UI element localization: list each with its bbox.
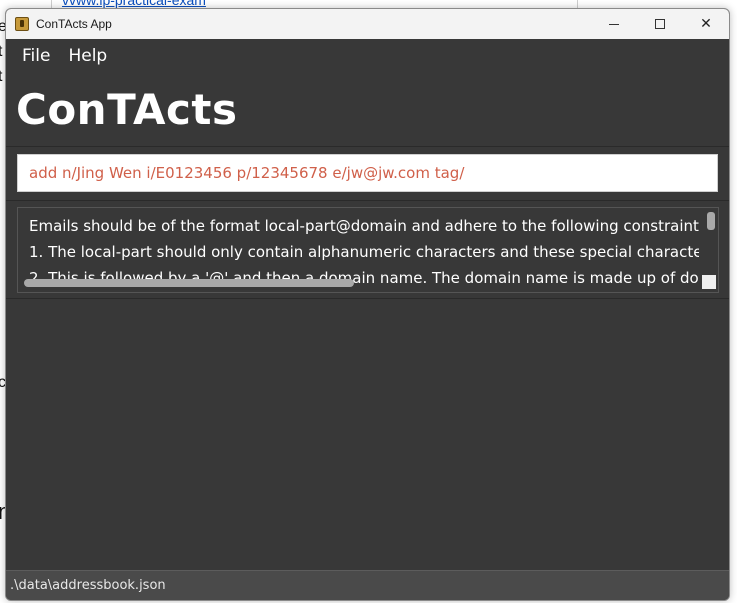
background-link[interactable]: vvww.ip-practical-exam bbox=[62, 0, 206, 8]
command-box[interactable] bbox=[17, 154, 718, 192]
title-bar[interactable]: ConTActs App ✕ bbox=[6, 9, 729, 39]
result-line: 1. The local-part should only contain al… bbox=[29, 243, 699, 261]
divider bbox=[6, 146, 729, 147]
result-display[interactable]: Emails should be of the format local-par… bbox=[17, 207, 719, 293]
scrollbar-corner bbox=[702, 275, 716, 289]
close-icon: ✕ bbox=[700, 16, 712, 32]
app-title: ConTActs bbox=[16, 85, 238, 134]
minimize-icon bbox=[609, 23, 619, 25]
horizontal-scrollbar[interactable] bbox=[24, 279, 354, 287]
result-text: Emails should be of the format local-par… bbox=[29, 213, 699, 288]
maximize-icon bbox=[655, 19, 665, 29]
app-window: ConTActs App ✕ File Help ConTActs Emails… bbox=[5, 8, 730, 601]
background-text-fragment: t bbox=[0, 43, 3, 60]
contact-list-panel[interactable] bbox=[6, 299, 729, 571]
menu-bar: File Help bbox=[6, 39, 729, 73]
menu-file[interactable]: File bbox=[22, 46, 50, 66]
status-bar: .\data\addressbook.json bbox=[6, 570, 729, 600]
menu-help[interactable]: Help bbox=[68, 46, 107, 66]
file-path-label: .\data\addressbook.json bbox=[10, 578, 166, 593]
result-line: Emails should be of the format local-par… bbox=[29, 217, 699, 235]
command-input[interactable] bbox=[29, 164, 717, 182]
close-button[interactable]: ✕ bbox=[683, 9, 729, 39]
window-controls: ✕ bbox=[591, 9, 729, 39]
background-text-fragment: t bbox=[0, 68, 3, 85]
window-title: ConTActs App bbox=[36, 17, 112, 31]
divider bbox=[6, 200, 729, 201]
maximize-button[interactable] bbox=[637, 9, 683, 39]
minimize-button[interactable] bbox=[591, 9, 637, 39]
vertical-scrollbar[interactable] bbox=[707, 212, 715, 230]
app-icon bbox=[15, 17, 29, 31]
